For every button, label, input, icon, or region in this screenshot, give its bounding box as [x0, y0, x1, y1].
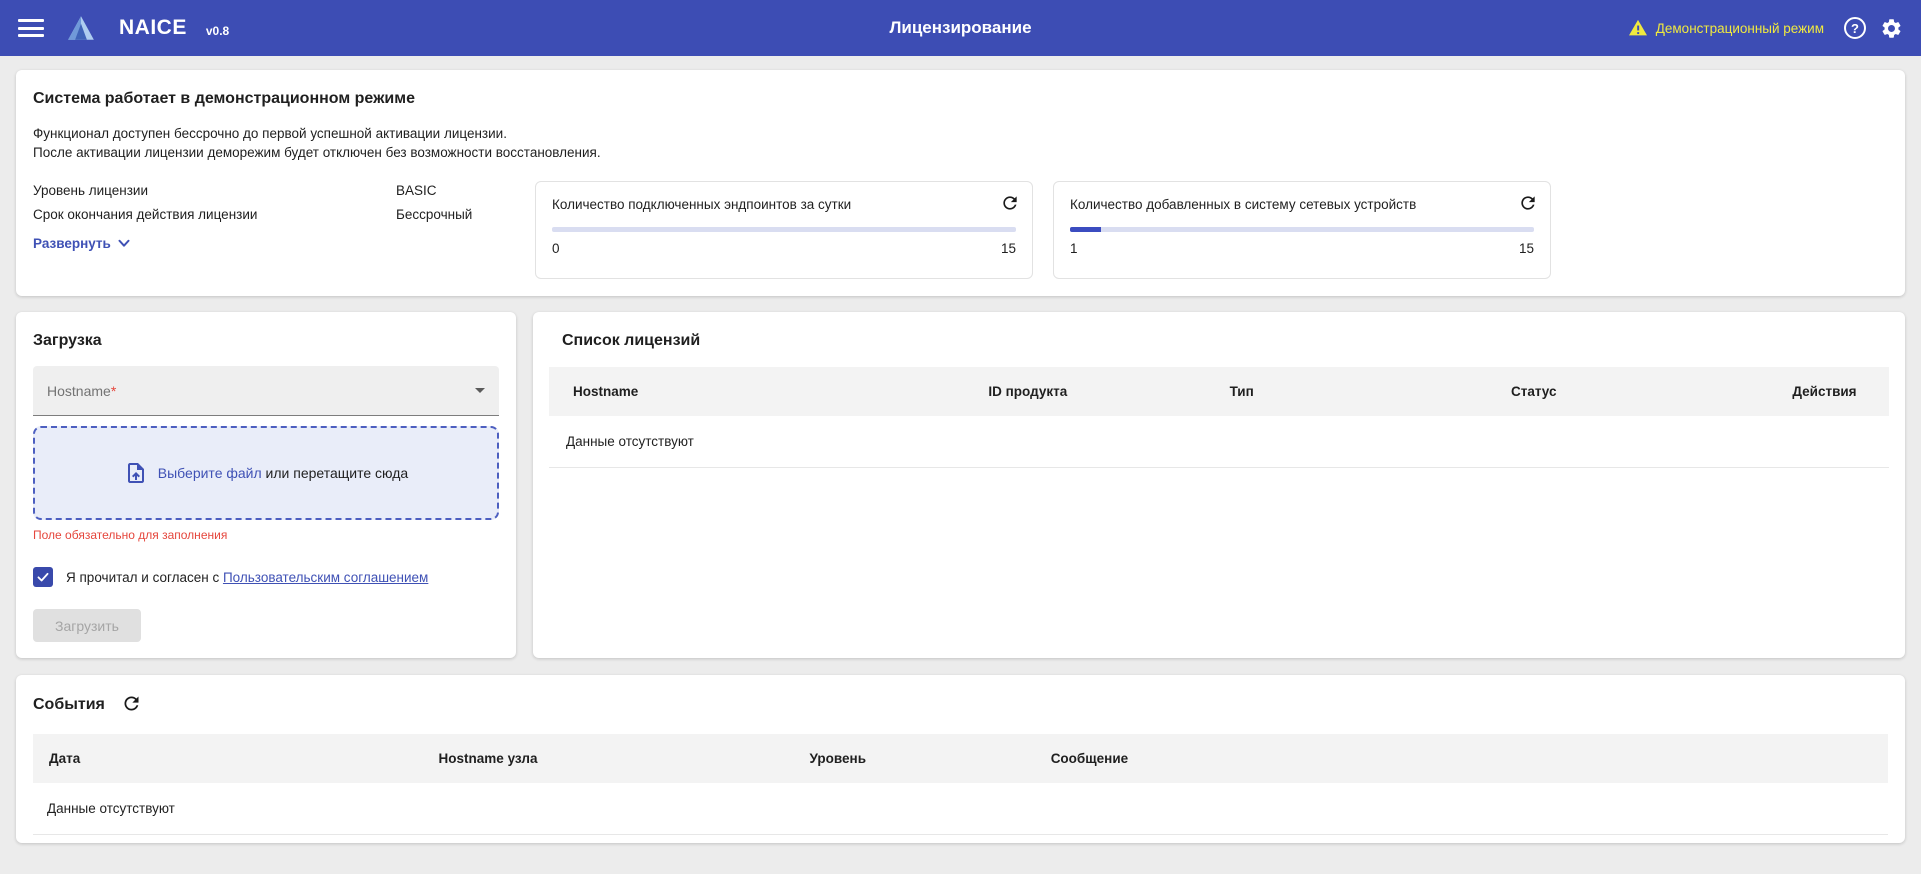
- progress-current: 0: [552, 241, 560, 256]
- table-header-row: Дата Hostname узла Уровень Сообщение: [33, 734, 1888, 783]
- app-logo-icon: [66, 14, 96, 42]
- demo-card-title: Система работает в демонстрационном режи…: [33, 90, 1888, 108]
- metrics-row: Количество подключенных эндпоинтов за су…: [535, 181, 1551, 279]
- progress-max: 15: [1001, 241, 1016, 256]
- column-hostname: Hostname: [549, 367, 964, 416]
- column-date: Дата: [33, 734, 423, 783]
- hostname-select[interactable]: Hostname *: [33, 366, 499, 416]
- dropdown-caret-icon: [475, 388, 485, 393]
- expand-button[interactable]: Развернуть: [33, 234, 133, 252]
- demo-mode-badge: Демонстрационный режим: [1656, 21, 1824, 36]
- licenses-card: Список лицензий Hostname ID продукта Тип…: [533, 312, 1905, 658]
- agreement-checkbox[interactable]: [33, 567, 53, 587]
- demo-card-line1: Функционал доступен бессрочно до первой …: [33, 124, 1888, 143]
- field-required-error: Поле обязательно для заполнения: [33, 528, 499, 542]
- license-level-value: BASIC: [396, 183, 437, 198]
- demo-card-line2: После активации лицензии деморежим будет…: [33, 143, 1888, 162]
- column-message: Сообщение: [1035, 734, 1888, 783]
- metric-card-endpoints: Количество подключенных эндпоинтов за су…: [535, 181, 1033, 279]
- required-asterisk: *: [111, 383, 116, 399]
- refresh-icon[interactable]: [1000, 193, 1020, 216]
- licenses-card-title: Список лицензий: [549, 332, 1889, 350]
- table-header-row: Hostname ID продукта Тип Статус Действия: [549, 367, 1889, 416]
- progress-current: 1: [1070, 241, 1078, 256]
- chevron-down-icon: [115, 234, 133, 252]
- app-version: v0.8: [206, 24, 229, 38]
- column-product-id: ID продукта: [964, 367, 1205, 416]
- metric-title: Количество подключенных эндпоинтов за су…: [552, 197, 1016, 212]
- settings-gear-icon[interactable]: [1880, 17, 1903, 40]
- file-dropzone[interactable]: Выберите файл или перетащите сюда: [33, 426, 499, 520]
- column-status: Статус: [1487, 367, 1768, 416]
- progress-max: 15: [1519, 241, 1534, 256]
- empty-row: Данные отсутствуют: [33, 783, 1888, 835]
- events-card-title: События: [33, 696, 105, 714]
- license-expiry-label: Срок окончания действия лицензии: [33, 207, 396, 222]
- warning-icon: [1628, 19, 1648, 37]
- column-actions: Действия: [1768, 367, 1889, 416]
- events-table: Дата Hostname узла Уровень Сообщение Дан…: [33, 734, 1888, 835]
- hostname-label: Hostname: [47, 383, 111, 399]
- no-data-text: Данные отсутствуют: [33, 783, 1888, 835]
- progress-bar: [1070, 227, 1534, 232]
- upload-submit-button[interactable]: Загрузить: [33, 609, 141, 642]
- license-level-label: Уровень лицензии: [33, 183, 396, 198]
- user-agreement-link[interactable]: Пользовательским соглашением: [223, 570, 428, 585]
- no-data-text: Данные отсутствуют: [549, 416, 1889, 468]
- progress-bar: [552, 227, 1016, 232]
- page-title: Лицензирование: [889, 18, 1031, 38]
- license-expiry-value: Бессрочный: [396, 207, 472, 222]
- refresh-icon[interactable]: [121, 693, 142, 717]
- app-name: NAICE: [119, 16, 187, 40]
- hamburger-menu-icon[interactable]: [18, 18, 44, 38]
- expand-label: Развернуть: [33, 236, 111, 251]
- metric-card-devices: Количество добавленных в систему сетевых…: [1053, 181, 1551, 279]
- app-header: NAICE v0.8 Лицензирование Демонстрационн…: [0, 0, 1921, 56]
- column-type: Тип: [1206, 367, 1487, 416]
- upload-card-title: Загрузка: [33, 332, 499, 350]
- column-level: Уровень: [794, 734, 1035, 783]
- upload-file-icon: [124, 461, 148, 485]
- events-card: События Дата Hostname узла Уровень Сообщ…: [16, 675, 1905, 843]
- dropzone-hint: или перетащите сюда: [262, 465, 409, 481]
- column-node-hostname: Hostname узла: [423, 734, 794, 783]
- metric-title: Количество добавленных в систему сетевых…: [1070, 197, 1534, 212]
- help-icon[interactable]: ?: [1844, 17, 1866, 39]
- upload-card: Загрузка Hostname * Выберите файл или пе…: [16, 312, 516, 658]
- licenses-table: Hostname ID продукта Тип Статус Действия…: [549, 367, 1889, 468]
- empty-row: Данные отсутствуют: [549, 416, 1889, 468]
- demo-mode-card: Система работает в демонстрационном режи…: [16, 70, 1905, 296]
- refresh-icon[interactable]: [1518, 193, 1538, 216]
- checkmark-icon: [36, 570, 50, 584]
- choose-file-link[interactable]: Выберите файл: [158, 465, 262, 481]
- agreement-text: Я прочитал и согласен с: [66, 570, 223, 585]
